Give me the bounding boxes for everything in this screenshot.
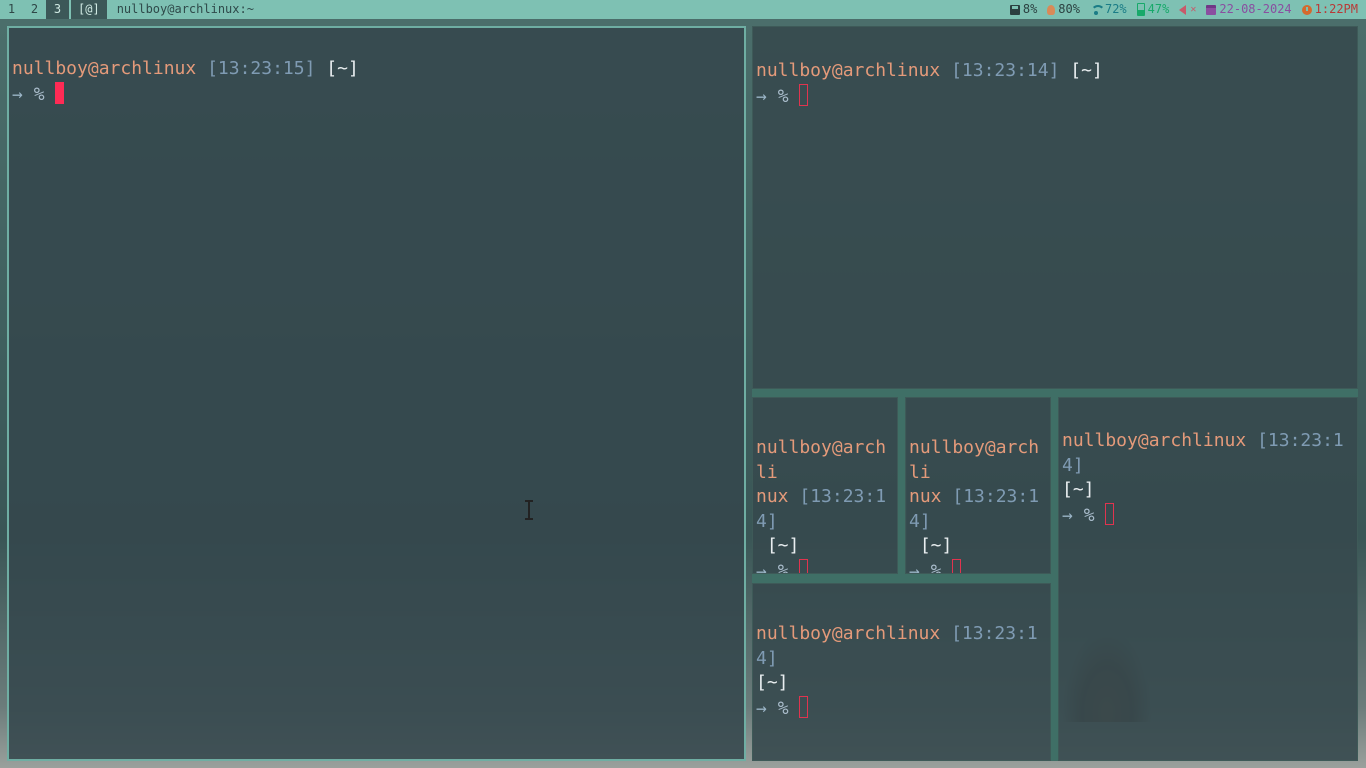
disk-status: 8% (1009, 0, 1038, 19)
prompt-symbol: % (930, 560, 942, 574)
clock-icon (1301, 4, 1312, 15)
layout-indicator[interactable]: [@] (71, 0, 107, 19)
prompt-dir: [~] (919, 535, 953, 556)
volume-muted-icon (1179, 4, 1187, 15)
terminal-window-top-right[interactable]: nullboy@archlinux [13:23:14] [~] → % (752, 26, 1358, 389)
terminal-window-right[interactable]: nullboy@archlinux [13:23:14] [~] → % (1058, 397, 1358, 761)
battery-status: 47% (1136, 0, 1170, 19)
battery-icon (1136, 3, 1145, 16)
terminal-window-bottom[interactable]: nullboy@archlinux [13:23:14] [~] → % (752, 583, 1051, 761)
wifi-status: 72% (1090, 0, 1127, 19)
tag-2[interactable]: 2 (23, 0, 46, 19)
calendar-icon (1206, 4, 1217, 15)
brightness-value: 80% (1058, 2, 1080, 16)
text-cursor (799, 558, 809, 573)
prompt-line: nullboy@archlinux [13:23:15] [~] (12, 57, 741, 82)
prompt-arrow: → (12, 83, 23, 105)
prompt-arrow: → (909, 560, 920, 574)
prompt-line: nullboy@archli (756, 436, 894, 485)
time-status: 1:22PM (1301, 0, 1358, 19)
prompt-user: nullboy@archli (756, 437, 887, 483)
tag-1[interactable]: 1 (0, 0, 23, 19)
prompt-line: nullboy@archlinux [13:23:14] (1062, 429, 1354, 478)
prompt-line: nullboy@archlinux [13:23:14] [~] (756, 59, 1354, 84)
input-line[interactable]: → % (756, 695, 1047, 722)
text-cursor (952, 558, 962, 573)
prompt-time: [13:23:14] (951, 60, 1060, 81)
prompt-dir: [~] (1062, 479, 1095, 500)
prompt-user: nullboy@archlinux (12, 58, 197, 79)
prompt-dir: [~] (1070, 60, 1103, 81)
wifi-value: 72% (1104, 2, 1127, 16)
tag-3[interactable]: 3 (46, 0, 69, 19)
date-status: 22-08-2024 (1206, 0, 1292, 19)
prompt-symbol: % (777, 85, 789, 107)
prompt-line: nullboy@archlinux [13:23:14] (756, 622, 1047, 671)
window-title: nullboy@archlinux:~ (116, 2, 254, 16)
prompt-line-wrap: nux [13:23:14] (756, 485, 894, 534)
prompt-symbol: % (33, 83, 45, 105)
input-line[interactable]: → % (1062, 502, 1354, 529)
prompt-dir: [~] (766, 535, 800, 556)
prompt-dir-line: [~] (1062, 478, 1354, 503)
status-area: 8% 80% 72% 47% ✕ 22-08-2024 1:22PM (1000, 0, 1358, 19)
text-cursor (55, 81, 65, 104)
prompt-user-wrap: nux (756, 486, 789, 507)
prompt-time: [13:23:15] (207, 58, 316, 79)
text-cursor (799, 695, 809, 718)
prompt-user: nullboy@archli (909, 437, 1040, 483)
prompt-line-wrap: nux [13:23:14] (909, 485, 1047, 534)
prompt-arrow: → (756, 560, 767, 574)
terminal-window-small-1[interactable]: nullboy@archli nux [13:23:14] [~] → % (752, 397, 898, 574)
brightness-status: 80% (1047, 0, 1080, 19)
brightness-icon (1047, 4, 1056, 15)
prompt-symbol: % (777, 697, 789, 719)
prompt-dir: [~] (756, 672, 789, 693)
text-cursor (1105, 502, 1115, 525)
volume-status[interactable]: ✕ (1179, 0, 1196, 19)
mute-x-icon: ✕ (1190, 4, 1197, 15)
status-bar: 1 2 3 [@] nullboy@archlinux:~ 8% 80% 72%… (0, 0, 1366, 19)
input-line[interactable]: → % (756, 83, 1354, 110)
disk-value: 8% (1022, 2, 1038, 16)
time-value: 1:22PM (1314, 2, 1358, 16)
prompt-user: nullboy@archlinux (756, 60, 941, 81)
prompt-line: nullboy@archli (909, 436, 1047, 485)
prompt-user-wrap: nux (909, 486, 942, 507)
terminal-window-small-2[interactable]: nullboy@archli nux [13:23:14] [~] → % (905, 397, 1051, 574)
prompt-arrow: → (1062, 504, 1073, 526)
input-line[interactable]: → % (756, 558, 894, 574)
prompt-symbol: % (1083, 504, 1095, 526)
wifi-icon (1090, 4, 1105, 15)
prompt-symbol: % (777, 560, 789, 574)
input-line[interactable]: → % (12, 81, 741, 108)
prompt-dir-line: [~] (756, 671, 1047, 696)
prompt-dir-line: [~] (909, 534, 1047, 559)
terminal-window-main[interactable]: nullboy@archlinux [13:23:15] [~] → % (7, 26, 746, 761)
prompt-user: nullboy@archlinux (1062, 430, 1247, 451)
prompt-dir: [~] (326, 58, 359, 79)
wallpaper-beam (752, 389, 1358, 397)
prompt-arrow: → (756, 697, 767, 719)
text-cursor (799, 83, 809, 106)
date-value: 22-08-2024 (1219, 2, 1292, 16)
prompt-dir-line: [~] (756, 534, 894, 559)
ibeam-cursor-icon (525, 500, 533, 520)
disk-icon (1009, 4, 1020, 15)
prompt-arrow: → (756, 85, 767, 107)
input-line[interactable]: → % (909, 558, 1047, 574)
battery-value: 47% (1147, 2, 1170, 16)
prompt-user: nullboy@archlinux (756, 623, 941, 644)
